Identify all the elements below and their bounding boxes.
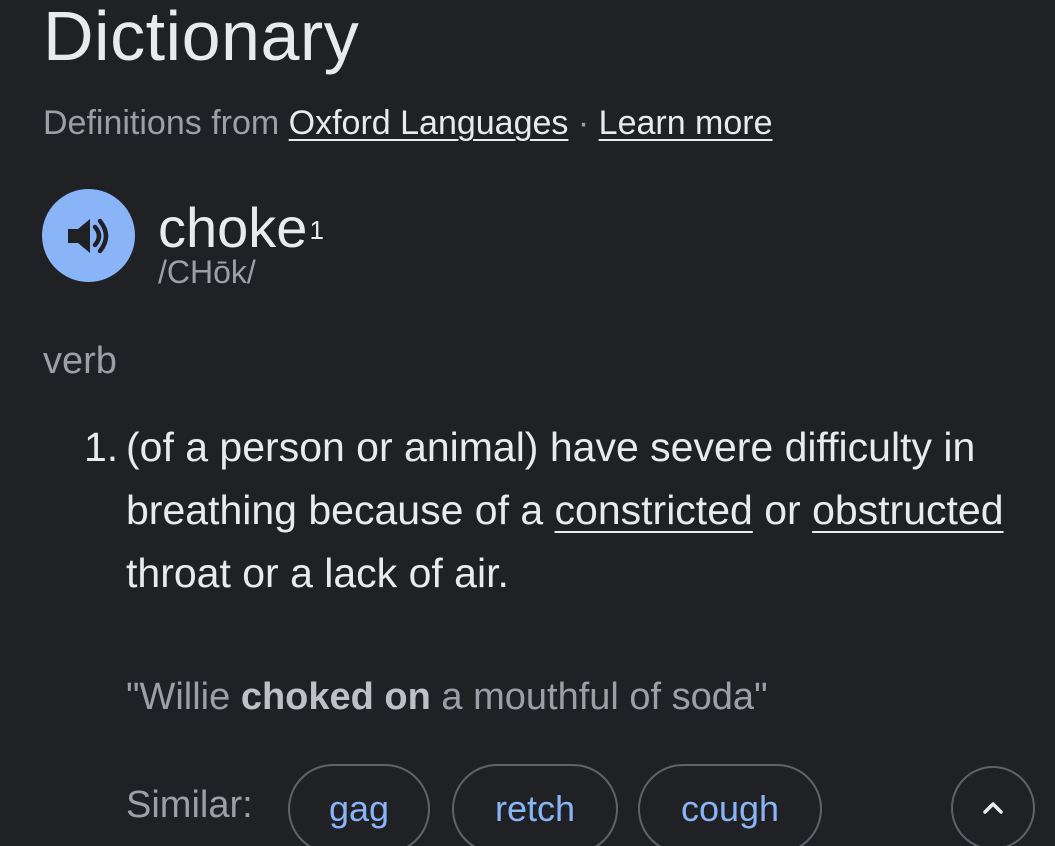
dictionary-card: Dictionary Definitions from Oxford Langu… [0, 0, 1055, 846]
definition-number: 1. [84, 424, 119, 470]
similar-label: Similar: [126, 784, 253, 826]
headword-text: choke [158, 196, 308, 259]
obstructed-link[interactable]: obstructed [812, 487, 1003, 533]
oxford-languages-link[interactable]: Oxford Languages [289, 104, 569, 142]
example-close: a mouthful of soda" [430, 676, 768, 718]
page-title: Dictionary [43, 0, 360, 75]
example-bold: choked on [240, 676, 431, 718]
constricted-link[interactable]: constricted [555, 487, 753, 533]
definition-text-mid: or [752, 487, 813, 533]
separator: · [577, 104, 590, 142]
part-of-speech: verb [43, 340, 117, 382]
phonetic-spelling: /CHōk/ [158, 254, 256, 290]
example-open: "Willie [126, 676, 241, 718]
similar-chip-cough[interactable]: cough [638, 764, 822, 846]
headword: choke1 [158, 196, 324, 260]
learn-more-link[interactable]: Learn more [599, 104, 773, 142]
homograph-number: 1 [309, 215, 324, 245]
source-line: Definitions from Oxford Languages · Lear… [43, 102, 773, 144]
pronunciation-audio-button[interactable] [42, 189, 135, 282]
similar-chip-gag[interactable]: gag [288, 764, 430, 846]
collapse-button[interactable] [951, 766, 1035, 846]
definition-text: (of a person or animal) have severe diff… [126, 416, 1046, 605]
usage-example: "Willie choked on a mouthful of soda" [126, 672, 768, 722]
definition-text-end: throat or a lack of air. [126, 550, 509, 596]
speaker-icon [67, 218, 108, 253]
similar-chip-retch[interactable]: retch [452, 764, 618, 846]
source-prefix: Definitions from [43, 104, 280, 142]
chevron-up-icon [983, 802, 1003, 814]
